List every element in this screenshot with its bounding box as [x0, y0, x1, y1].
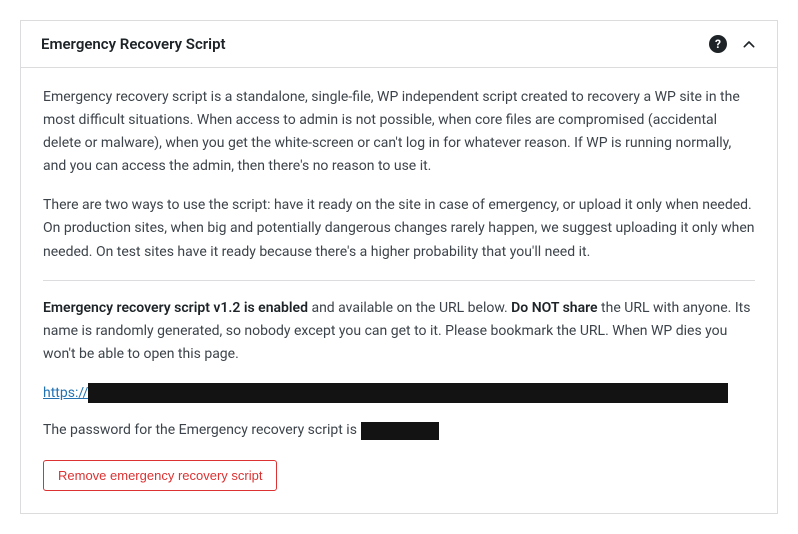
- redacted-url: [88, 383, 728, 403]
- chevron-up-icon[interactable]: [741, 36, 757, 52]
- panel-body: Emergency recovery script is a standalon…: [21, 68, 777, 513]
- emergency-recovery-panel: Emergency Recovery Script ? Emergency re…: [20, 20, 778, 514]
- help-icon[interactable]: ?: [709, 35, 727, 53]
- intro-paragraph-2: There are two ways to use the script: ha…: [43, 194, 755, 263]
- divider: [43, 280, 755, 281]
- script-url-line: https://: [43, 382, 755, 405]
- status-mid-text: and available on the URL below.: [308, 300, 511, 316]
- panel-header: Emergency Recovery Script ?: [21, 21, 777, 68]
- redacted-password: [361, 422, 439, 440]
- password-label: The password for the Emergency recovery …: [43, 419, 357, 442]
- status-enabled-text: Emergency recovery script v1.2 is enable…: [43, 300, 308, 316]
- script-url-link[interactable]: https://: [43, 382, 88, 405]
- status-paragraph: Emergency recovery script v1.2 is enable…: [43, 297, 755, 366]
- status-warn-text: Do NOT share: [511, 300, 597, 316]
- panel-title: Emergency Recovery Script: [41, 35, 709, 53]
- intro-paragraph-1: Emergency recovery script is a standalon…: [43, 86, 755, 178]
- remove-script-button[interactable]: Remove emergency recovery script: [43, 460, 277, 491]
- password-line: The password for the Emergency recovery …: [43, 419, 755, 442]
